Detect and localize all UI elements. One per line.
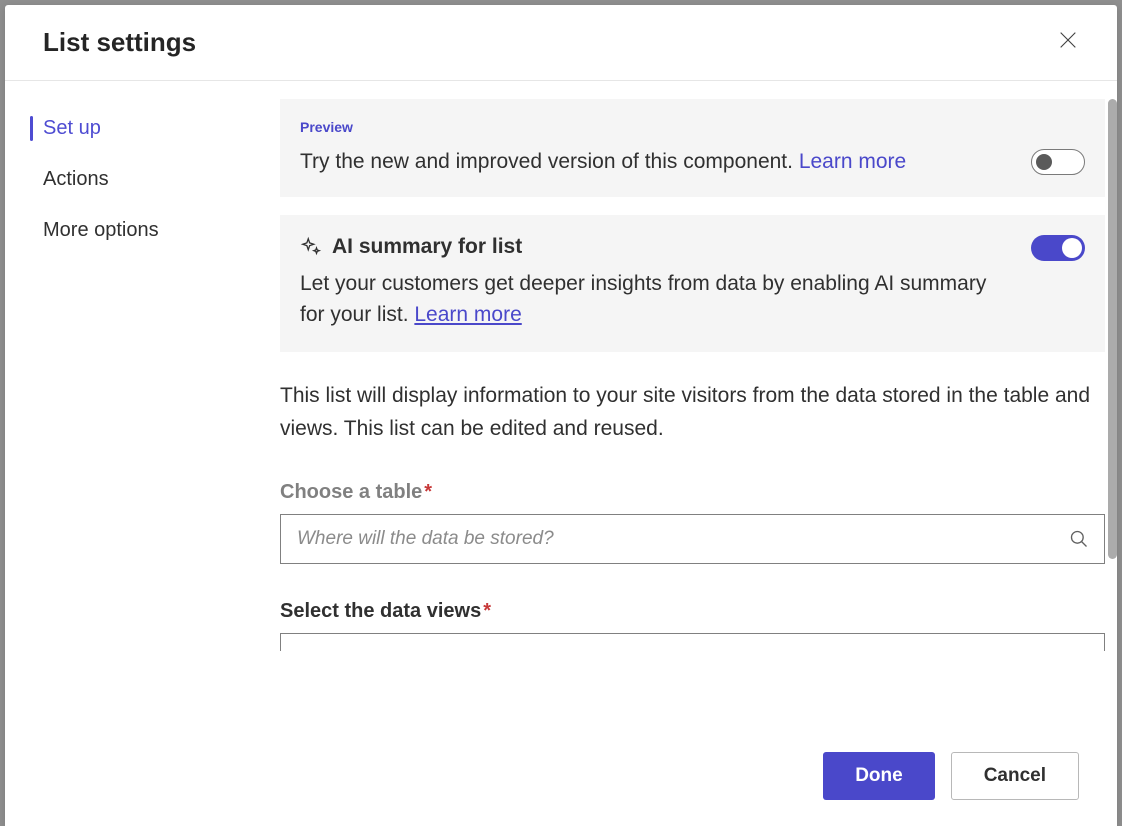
dialog-footer: Done Cancel [5,736,1117,826]
preview-text: Try the new and improved version of this… [300,150,799,173]
sidebar-item-label: More options [43,219,159,241]
done-button[interactable]: Done [823,752,935,800]
list-settings-dialog: List settings Set up Actions More option… [5,5,1117,826]
scrollbar[interactable] [1108,99,1117,559]
sidebar-item-set-up[interactable]: Set up [5,103,268,154]
dialog-body: Set up Actions More options Preview Try … [5,81,1117,736]
ai-card-left: AI summary for list Let your customers g… [300,235,1011,330]
preview-label: Preview [300,119,1085,135]
ai-text: Let your customers get deeper insights f… [300,272,986,325]
sidebar-item-label: Actions [43,168,109,190]
ai-title-row: AI summary for list [300,235,1011,259]
sidebar-item-actions[interactable]: Actions [5,154,268,205]
close-icon [1057,29,1079,51]
required-asterisk: * [483,600,491,622]
select-views-input[interactable] [280,633,1105,651]
preview-text-container: Try the new and improved version of this… [300,147,906,177]
ai-title: AI summary for list [332,235,522,259]
select-views-label: Select the data views* [280,600,1105,623]
sidebar-item-more-options[interactable]: More options [5,205,268,256]
preview-card: Preview Try the new and improved version… [280,99,1105,197]
close-button[interactable] [1057,29,1079,56]
required-asterisk: * [424,481,432,503]
ai-text-container: Let your customers get deeper insights f… [300,269,1011,330]
ai-learn-more-link[interactable]: Learn more [414,303,521,326]
list-description: This list will display information to yo… [280,380,1105,445]
sidebar: Set up Actions More options [5,81,268,736]
preview-learn-more-link[interactable]: Learn more [799,150,906,173]
choose-table-input-wrap [280,514,1105,564]
ai-summary-card: AI summary for list Let your customers g… [280,215,1105,352]
sidebar-item-label: Set up [43,117,101,139]
dialog-title: List settings [43,27,196,58]
dialog-header: List settings [5,5,1117,81]
sparkle-icon [300,236,322,258]
select-views-label-text: Select the data views [280,600,481,622]
content-area: Preview Try the new and improved version… [268,81,1117,736]
preview-row: Try the new and improved version of this… [300,147,1085,177]
choose-table-label: Choose a table* [280,481,1105,504]
choose-table-label-text: Choose a table [280,481,422,503]
cancel-button[interactable]: Cancel [951,752,1079,800]
ai-summary-toggle[interactable] [1031,235,1085,261]
ai-card-top: AI summary for list Let your customers g… [300,235,1085,330]
choose-table-input[interactable] [280,514,1105,564]
preview-toggle[interactable] [1031,149,1085,175]
